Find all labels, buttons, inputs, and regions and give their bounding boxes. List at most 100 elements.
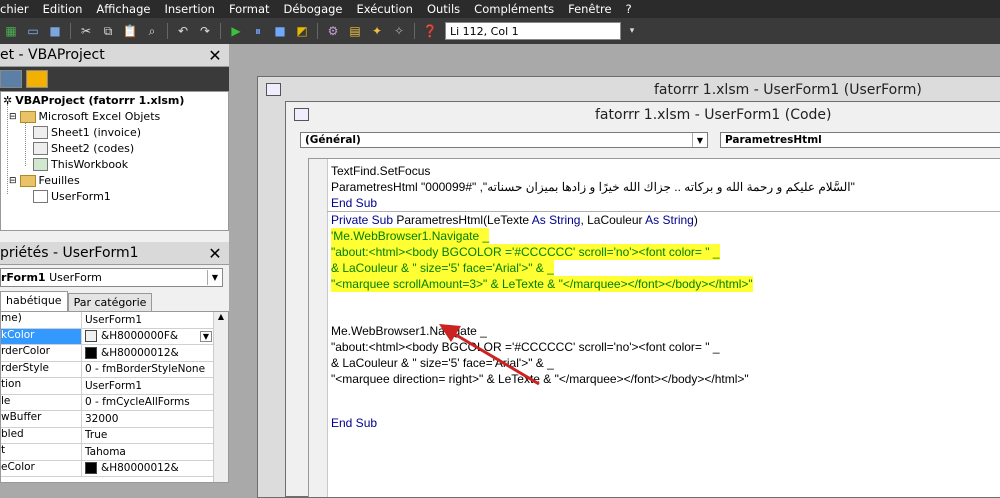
menu-view[interactable]: Affichage [90,2,158,16]
design-mode-icon[interactable]: ◩ [293,22,311,40]
help-icon[interactable]: ❓ [421,22,439,40]
menu-tools[interactable]: Outils [421,2,468,16]
property-row[interactable]: bled True [1,427,228,444]
code-window[interactable]: fatorrr 1.xlsm - UserForm1 (Code) (Génér… [285,101,1000,497]
toggle-folders-icon[interactable] [26,70,48,88]
property-row[interactable]: le 0 - fmCycleAllForms [1,394,228,411]
property-value[interactable]: 32000 [82,411,228,427]
menu-run[interactable]: Exécution [351,2,421,16]
code-window-titlebar[interactable]: fatorrr 1.xlsm - UserForm1 (Code) [286,102,1000,126]
property-value-cell[interactable]: &H80000012& [82,461,228,477]
menu-edit[interactable]: Edition [37,2,91,16]
code-window-title: fatorrr 1.xlsm - UserForm1 (Code) [595,107,832,123]
code-line: ParametresHtml "السَّلام عليكم و رحمة ال… [331,180,855,194]
object-selector[interactable]: rForm1 UserForm ▼ [0,268,223,287]
commented-code-line: 'Me.WebBrowser1.Navigate _ [331,228,490,244]
find-icon[interactable]: ⌕ [143,22,161,40]
property-row[interactable]: tion UserForm1 [1,378,228,395]
redo-icon[interactable]: ↷ [196,22,214,40]
property-row[interactable]: rderStyle 0 - fmBorderStyleNone [1,361,228,378]
save-icon[interactable]: ■ [46,22,64,40]
property-name: rderColor [1,345,82,361]
chevron-down-icon[interactable]: ▼ [199,330,212,342]
properties-icon[interactable]: ▤ [346,22,364,40]
left-panels: et - VBAProject ✕ ✲ VBAProject (fatorrr … [0,44,229,483]
copy-icon[interactable]: ⧉ [99,22,117,40]
view-code-icon[interactable] [0,70,22,88]
collapse-icon: ⊟ [9,111,17,122]
property-name: kColor [1,328,82,344]
code-token: , LaCouleur [580,213,646,227]
chevron-down-icon[interactable]: ▼ [692,133,707,147]
annotation-arrow [439,324,540,386]
worksheet-icon [33,126,48,139]
undo-icon[interactable]: ↶ [174,22,192,40]
property-value[interactable]: UserForm1 [82,312,228,328]
scroll-up-icon[interactable]: ▲ [214,312,228,321]
tab-alphabetic[interactable]: habétique [0,291,68,311]
toolbox-icon[interactable]: ✧ [390,22,408,40]
insert-userform-icon[interactable]: ▭ [24,22,42,40]
run-icon[interactable]: ▶ [227,22,245,40]
folder-icon [19,110,36,123]
property-row[interactable]: eColor &H80000012& [1,460,228,477]
close-icon[interactable]: ✕ [207,46,223,65]
tab-by-category[interactable]: Par catégorie [67,293,153,311]
property-value-cell[interactable]: &H8000000F& ▼ [82,329,228,345]
property-value[interactable]: 0 - fmBorderStyleNone [82,362,228,378]
chevron-down-icon[interactable]: ▼ [207,270,222,285]
tree-thisworkbook[interactable]: ThisWorkbook [33,158,128,171]
code-token: As String [531,213,581,227]
property-value[interactable]: True [82,428,228,444]
project-explorer-icon[interactable]: ⚙ [324,22,342,40]
property-row[interactable]: wBuffer 32000 [1,411,228,428]
menu-debug[interactable]: Débogage [278,2,351,16]
tree-sheet1[interactable]: Sheet1 (invoice) [33,126,141,139]
property-name: t [1,444,82,460]
menu-addins[interactable]: Compléments [468,2,562,16]
tree-guide [25,118,26,166]
property-name: tion [1,378,82,394]
toolbar-separator [70,23,71,39]
userform-designer-window[interactable]: fatorrr 1.xlsm - UserForm1 (UserForm) fa… [257,76,1000,498]
userform-icon [33,190,48,203]
close-icon[interactable]: ✕ [207,244,223,263]
property-value[interactable]: 0 - fmCycleAllForms [82,395,228,411]
property-value: &H80000012& [101,462,179,475]
tree-userform1[interactable]: UserForm1 [33,190,111,203]
userform-window-titlebar[interactable]: fatorrr 1.xlsm - UserForm1 (UserForm) [258,77,1000,101]
cut-icon[interactable]: ✂ [77,22,95,40]
tree-sheet2[interactable]: Sheet2 (codes) [33,142,134,155]
menu-window[interactable]: Fenêtre [562,2,619,16]
menu-insert[interactable]: Insertion [158,2,223,16]
property-row[interactable]: kColor &H8000000F& ▼ [1,328,228,345]
tree-forms-folder[interactable]: ⊟ Feuilles [9,174,80,187]
property-row[interactable]: t Tahoma [1,444,228,461]
tree-excel-objects-folder[interactable]: ⊟ Microsoft Excel Objets [9,110,160,123]
properties-scrollbar[interactable]: ▲ [213,312,228,482]
menu-file[interactable]: chier [0,2,37,16]
code-line: Private Sub ParametresHtml(LeTexte As St… [331,212,698,228]
project-tree: ✲ VBAProject (fatorrr 1.xlsm) ⊟ Microsof… [0,91,229,231]
break-icon[interactable]: ⏸ [249,22,267,40]
procedure-dropdown[interactable]: ParametresHtml [720,132,1000,148]
code-line: End Sub [331,416,378,430]
code-margin[interactable] [309,159,328,497]
commented-code-line: "about:<html><body BGCOLOR ='#CCCCCC' sc… [331,244,720,260]
property-row[interactable]: me) UserForm1 [1,312,228,329]
property-row[interactable]: rderColor &H80000012& [1,345,228,362]
reset-icon[interactable]: ■ [271,22,289,40]
code-token: ParametresHtml(LeTexte [393,213,532,227]
property-value-cell[interactable]: &H80000012& [82,345,228,361]
menu-help[interactable]: ? [620,2,640,16]
paste-icon[interactable]: 📋 [121,22,139,40]
property-value[interactable]: UserForm1 [82,378,228,394]
toolbar-overflow-icon[interactable]: ▾ [623,22,641,40]
property-value[interactable]: Tahoma [82,444,228,460]
view-excel-icon[interactable]: ▦ [2,22,20,40]
object-browser-icon[interactable]: ✦ [368,22,386,40]
object-name: rForm1 [1,271,46,284]
object-dropdown[interactable]: (Général) ▼ [300,132,708,148]
tree-project-root[interactable]: ✲ VBAProject (fatorrr 1.xlsm) [3,94,184,107]
menu-format[interactable]: Format [223,2,278,16]
